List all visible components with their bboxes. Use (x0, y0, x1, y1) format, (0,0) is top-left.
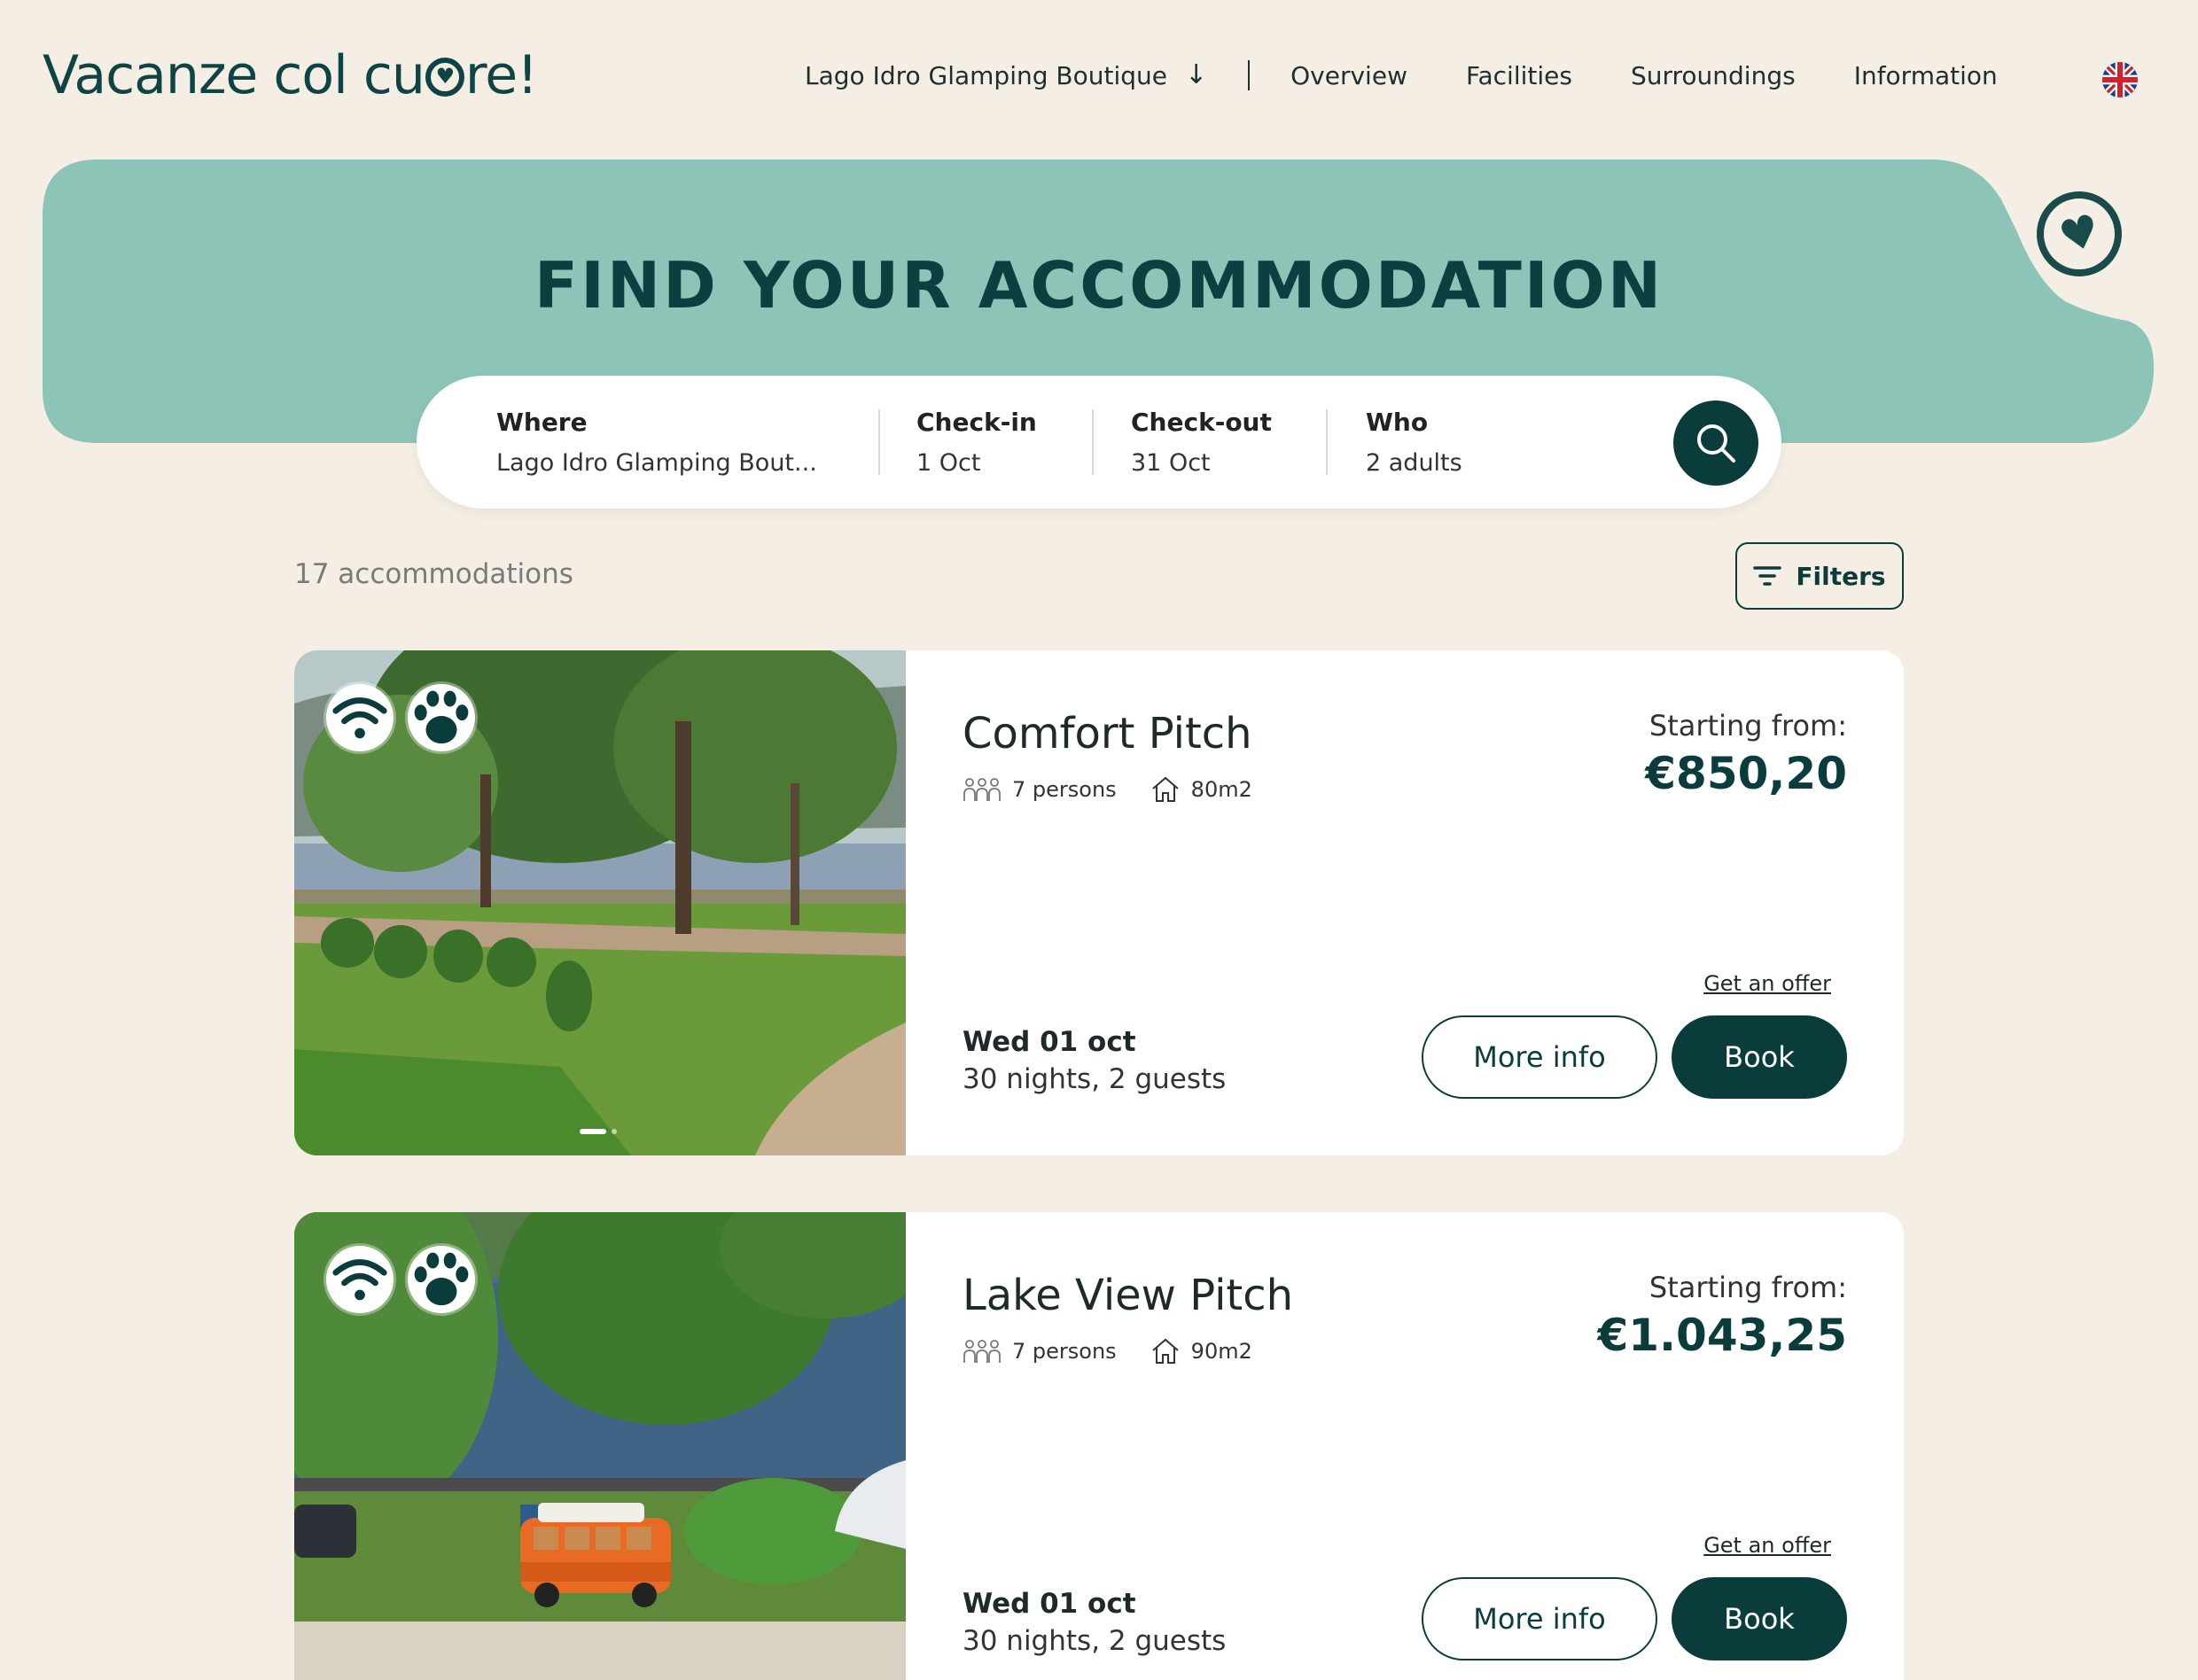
filter-icon (1753, 566, 1782, 586)
book-button[interactable]: Book (1672, 1577, 1847, 1661)
checkout-value: 31 Oct (1131, 449, 1211, 477)
wifi-badge (326, 1246, 394, 1313)
site-logo[interactable]: Vacanze col cu re! (43, 44, 538, 106)
price-label: Starting from: (1648, 1271, 1847, 1304)
area-size: 80m2 (1190, 777, 1252, 802)
paw-icon (414, 690, 469, 744)
stay-details: 30 nights, 2 guests (963, 1063, 1227, 1095)
persons-icon (963, 1340, 1001, 1363)
get-offer-link[interactable]: Get an offer (1703, 971, 1831, 996)
search-divider (878, 409, 880, 475)
book-button[interactable]: Book (1672, 1015, 1847, 1099)
carousel-dot[interactable] (580, 1129, 606, 1134)
property-selector-label: Lago Idro Glamping Boutique (805, 60, 1167, 90)
price: €1.043,25 (1597, 1310, 1847, 1361)
main-nav: Lago Idro Glamping Boutique ↓ Overview F… (805, 60, 1998, 90)
nav-information[interactable]: Information (1854, 61, 1998, 90)
search-icon (1697, 424, 1735, 463)
persons-count: 7 persons (1012, 1339, 1117, 1364)
logo-heart-icon (425, 58, 464, 97)
nav-overview[interactable]: Overview (1290, 61, 1407, 90)
checkin-field[interactable]: Check-in 1 Oct (916, 408, 1037, 477)
checkin-label: Check-in (916, 408, 1037, 437)
property-selector[interactable]: Lago Idro Glamping Boutique ↓ (805, 61, 1207, 90)
paw-icon (414, 1252, 469, 1306)
carousel-dots[interactable] (580, 1129, 617, 1134)
where-field[interactable]: Where Lago Idro Glamping Bout... (496, 408, 817, 477)
persons-count: 7 persons (1012, 777, 1117, 802)
who-label: Who (1366, 408, 1429, 437)
price: €850,20 (1645, 748, 1847, 799)
nav-facilities[interactable]: Facilities (1466, 61, 1572, 90)
stay-date: Wed 01 oct (963, 1588, 1136, 1620)
accommodation-card: Comfort Pitch 7 persons 80m2 Starting fr… (294, 650, 1904, 1155)
checkin-value: 1 Oct (916, 449, 981, 477)
accommodation-meta: 7 persons 90m2 (963, 1338, 1252, 1365)
accommodation-card: Lake View Pitch 7 persons 90m2 Starting … (294, 1212, 1904, 1680)
wifi-icon (332, 697, 387, 739)
house-icon (1152, 1338, 1179, 1364)
persons-icon (963, 778, 1001, 801)
search-divider (1092, 409, 1094, 475)
accommodation-title: Comfort Pitch (963, 709, 1252, 758)
checkout-label: Check-out (1131, 408, 1272, 437)
accommodation-photo[interactable] (294, 650, 906, 1155)
nav-divider (1248, 60, 1251, 90)
where-value: Lago Idro Glamping Bout... (496, 449, 817, 477)
heart-icon: ♥ (2053, 204, 2106, 264)
accommodation-photo[interactable] (294, 1212, 906, 1680)
uk-flag-icon[interactable] (2102, 62, 2138, 97)
checkout-field[interactable]: Check-out 31 Oct (1131, 408, 1272, 477)
search-button[interactable] (1673, 401, 1758, 486)
where-label: Where (496, 408, 588, 437)
price-label: Starting from: (1648, 709, 1847, 743)
who-value: 2 adults (1366, 449, 1462, 477)
logo-text-start: Vacanze col cu (43, 44, 425, 106)
results-count: 17 accommodations (294, 558, 573, 590)
arrow-down-icon: ↓ (1185, 59, 1208, 90)
site-header: Vacanze col cu re! Lago Idro Glamping Bou… (0, 0, 2198, 159)
house-icon (1152, 776, 1179, 802)
pets-badge (408, 684, 475, 751)
filters-label: Filters (1796, 561, 1886, 591)
stay-date: Wed 01 oct (963, 1026, 1136, 1058)
logo-text-end: re! (464, 44, 538, 106)
nav-surroundings[interactable]: Surroundings (1631, 61, 1796, 90)
wifi-badge (326, 684, 394, 751)
search-bar: Where Lago Idro Glamping Bout... Check-i… (417, 376, 1781, 509)
favorites-button[interactable]: ♥ (2037, 191, 2122, 276)
accommodation-title: Lake View Pitch (963, 1271, 1294, 1320)
carousel-dot[interactable] (612, 1129, 617, 1134)
get-offer-link[interactable]: Get an offer (1703, 1533, 1831, 1558)
search-divider (1326, 409, 1328, 475)
pets-badge (408, 1246, 475, 1313)
area-size: 90m2 (1190, 1339, 1252, 1364)
stay-details: 30 nights, 2 guests (963, 1625, 1227, 1657)
page-title: FIND YOUR ACCOMMODATION (534, 248, 1664, 323)
wifi-icon (332, 1259, 387, 1301)
filters-button[interactable]: Filters (1735, 542, 1904, 610)
more-info-button[interactable]: More info (1422, 1577, 1657, 1661)
accommodation-meta: 7 persons 80m2 (963, 776, 1252, 803)
more-info-button[interactable]: More info (1422, 1015, 1657, 1099)
who-field[interactable]: Who 2 adults (1366, 408, 1462, 477)
